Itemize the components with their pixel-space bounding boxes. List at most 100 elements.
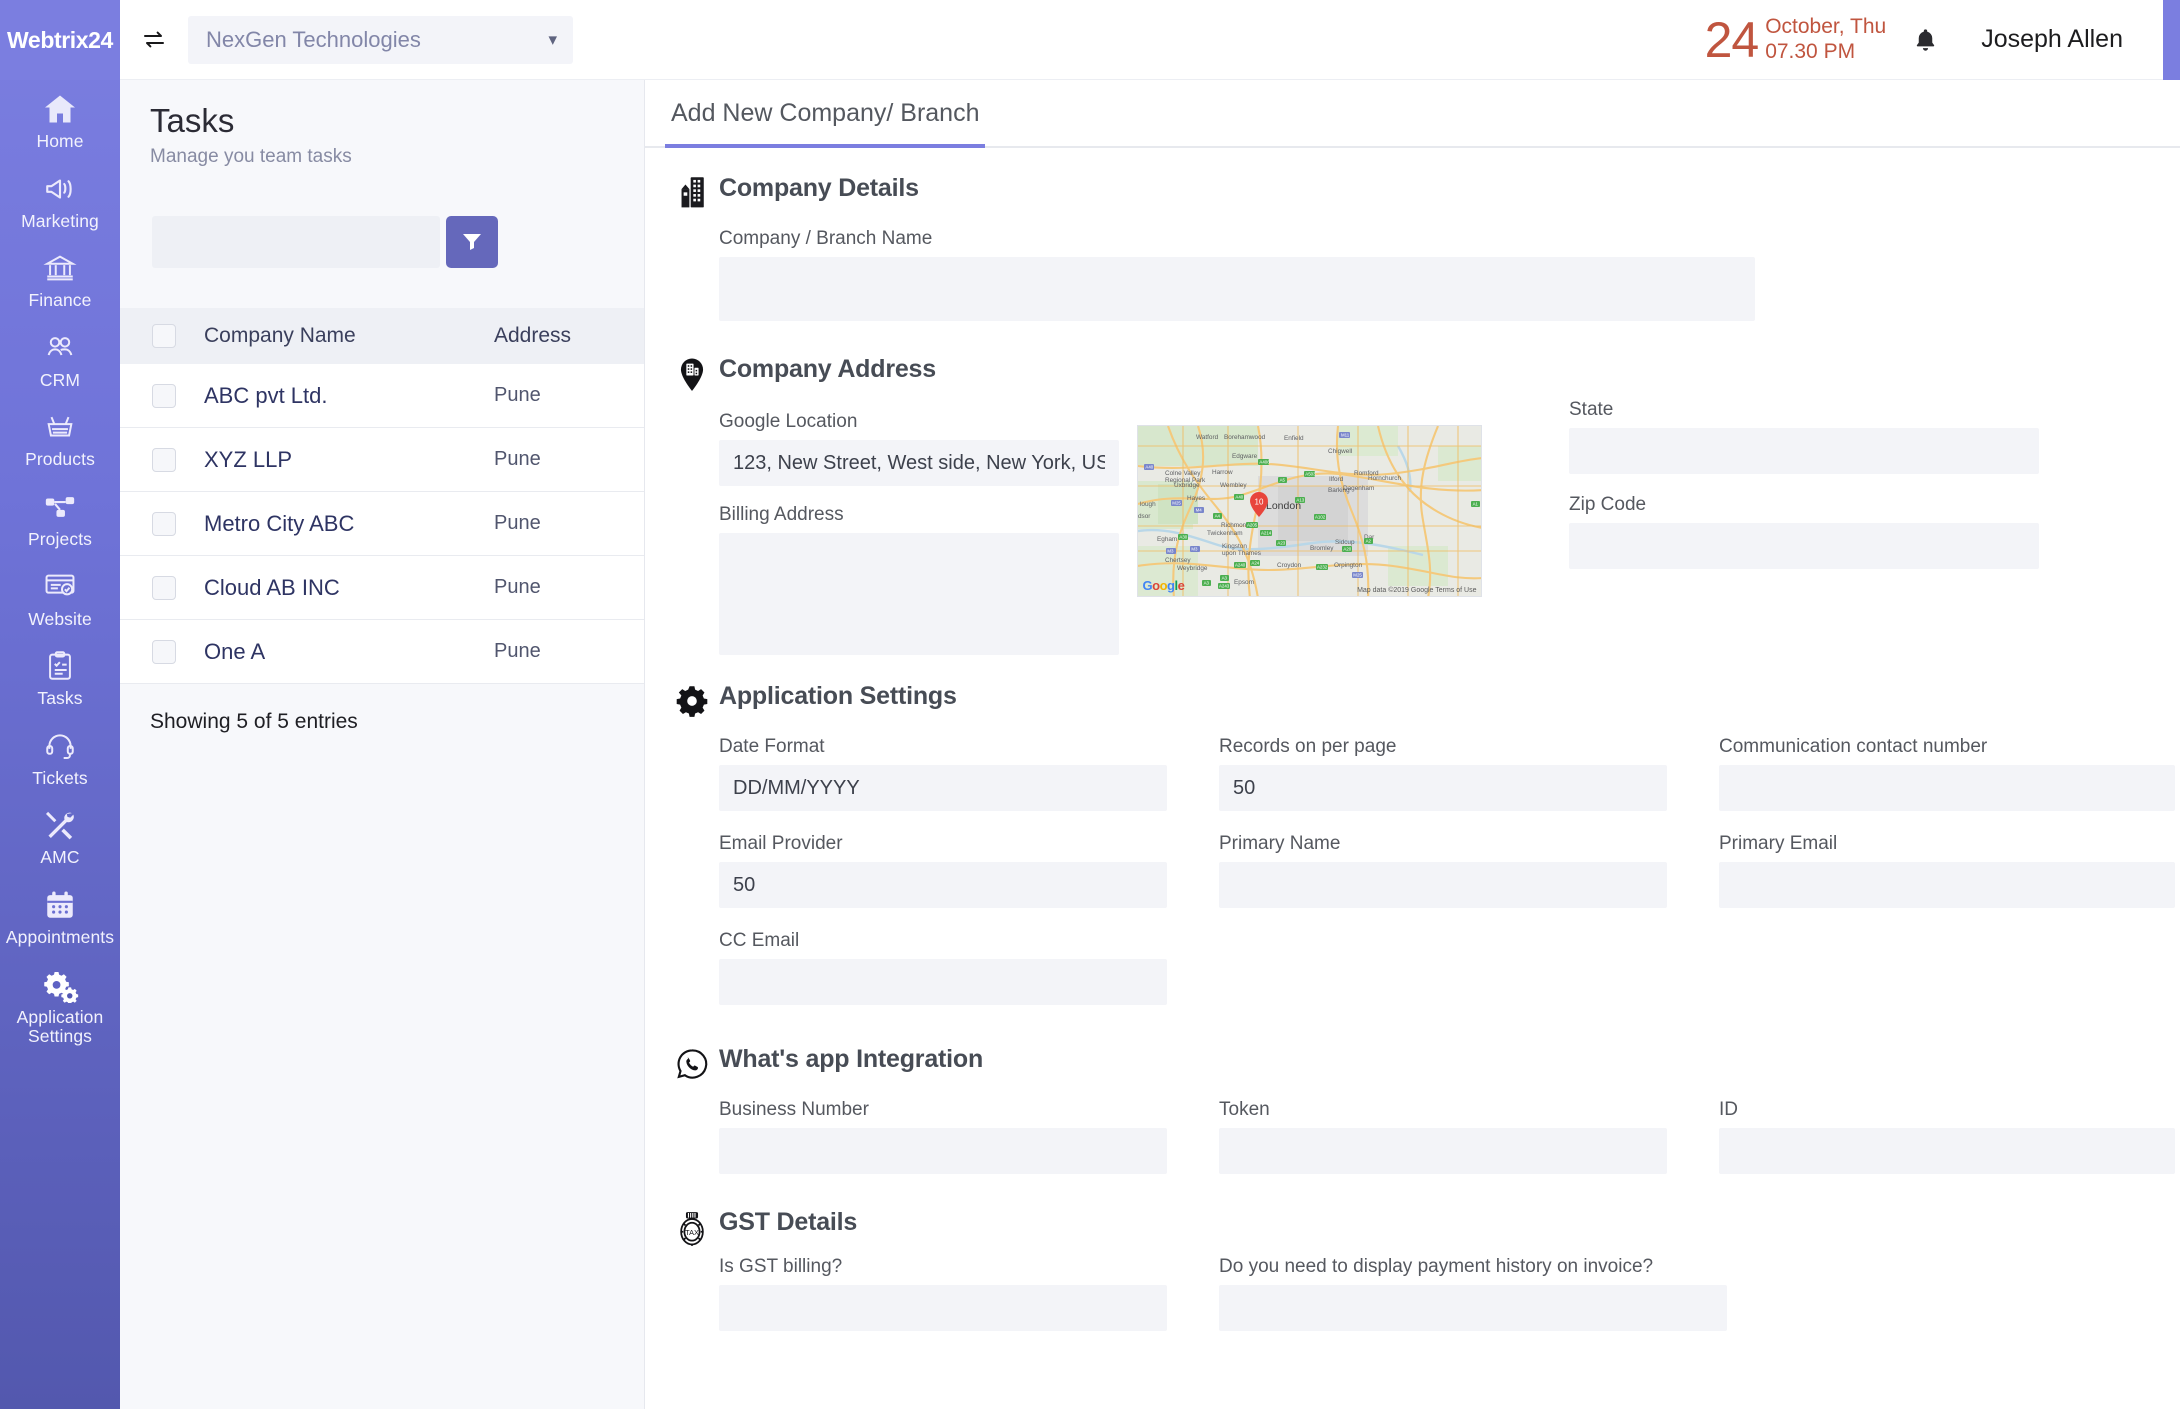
- label-company-branch-name: Company / Branch Name: [719, 228, 933, 249]
- svg-text:A30: A30: [1179, 535, 1187, 540]
- brand-logo[interactable]: Webtrix24: [0, 0, 120, 80]
- gears-icon: [38, 966, 82, 1004]
- row-checkbox[interactable]: [152, 511, 176, 536]
- svg-text:Harrow: Harrow: [1212, 469, 1233, 476]
- primary-name-input[interactable]: [1219, 862, 1667, 908]
- primary-email-input[interactable]: [1719, 862, 2175, 908]
- sidebar-item-crm[interactable]: CRM: [0, 319, 120, 399]
- sidebar-item-amc[interactable]: AMC: [0, 796, 120, 876]
- section-title: GST Details: [719, 1208, 858, 1236]
- svg-text:lough: lough: [1140, 501, 1156, 508]
- is-gst-billing-input[interactable]: [719, 1285, 1167, 1331]
- column-header-address[interactable]: Address: [494, 324, 644, 348]
- form-scroll-area[interactable]: Company Details Company / Branch Name Co…: [645, 148, 2180, 1409]
- business-number-input[interactable]: [719, 1128, 1167, 1174]
- cc-email-input[interactable]: [719, 959, 1167, 1005]
- table-row[interactable]: One A Pune: [120, 620, 644, 684]
- billing-address-textarea[interactable]: [719, 533, 1119, 655]
- svg-text:A503: A503: [1305, 472, 1316, 477]
- payment-history-input[interactable]: [1219, 1285, 1727, 1331]
- svg-text:10: 10: [1254, 498, 1263, 507]
- sidebar-item-home[interactable]: Home: [0, 80, 120, 160]
- user-name[interactable]: Joseph Allen: [1981, 25, 2163, 54]
- table-row[interactable]: ABC pvt Ltd. Pune: [120, 364, 644, 428]
- zip-code-input[interactable]: [1569, 523, 2039, 569]
- svg-text:Wembley: Wembley: [1220, 482, 1247, 489]
- sidebar-item-tasks[interactable]: Tasks: [0, 637, 120, 717]
- company-select[interactable]: NexGen Technologies ▾: [188, 15, 573, 64]
- sidebar-item-projects[interactable]: Projects: [0, 478, 120, 558]
- google-location-input[interactable]: [719, 440, 1119, 486]
- communication-contact-number-input[interactable]: [1719, 765, 2175, 811]
- section-title: Company Address: [719, 355, 936, 383]
- table-row[interactable]: Metro City ABC Pune: [120, 492, 644, 556]
- power-icon[interactable]: [2163, 0, 2180, 80]
- email-provider-input[interactable]: [719, 862, 1167, 908]
- sidebar-item-finance[interactable]: Finance: [0, 239, 120, 319]
- sidebar-item-products[interactable]: Products: [0, 398, 120, 478]
- sidebar-item-appointments[interactable]: Appointments: [0, 876, 120, 956]
- date-format-input[interactable]: [719, 765, 1167, 811]
- svg-text:Bromley: Bromley: [1310, 545, 1334, 552]
- row-checkbox[interactable]: [152, 447, 176, 472]
- map-thumbnail[interactable]: Watford Borehamwood Enfield Chigwell Edgwa…: [1136, 425, 1482, 597]
- svg-text:A3: A3: [1221, 576, 1227, 581]
- sidebar-item-marketing[interactable]: Marketing: [0, 160, 120, 240]
- sidebar-item-website[interactable]: Website: [0, 558, 120, 638]
- label-token: Token: [1219, 1099, 1270, 1120]
- time-text: 07.30 PM: [1765, 39, 1856, 63]
- section-title: Application Settings: [719, 682, 957, 710]
- headset-icon: [41, 727, 79, 765]
- sidebar-item-tickets[interactable]: Tickets: [0, 717, 120, 797]
- svg-text:Kingston: Kingston: [1222, 543, 1247, 550]
- tab-add-new-company-branch[interactable]: Add New Company/ Branch: [665, 99, 986, 148]
- sidebar-item-label: Website: [28, 608, 92, 629]
- sitemap-icon: [40, 488, 80, 526]
- svg-text:A13: A13: [1296, 498, 1304, 503]
- cell-company-name: Cloud AB INC: [204, 574, 340, 600]
- svg-text:A24: A24: [1251, 561, 1259, 566]
- svg-text:A20: A20: [1343, 547, 1351, 552]
- filter-row: [120, 168, 644, 268]
- filter-input[interactable]: [152, 216, 440, 268]
- sidebar-item-label: AMC: [40, 847, 80, 868]
- filter-button[interactable]: [446, 216, 498, 268]
- label-id: ID: [1719, 1099, 1738, 1120]
- cell-address: Pune: [494, 512, 541, 534]
- cell-address: Pune: [494, 576, 541, 598]
- svg-text:A3: A3: [1203, 581, 1209, 586]
- company-select-value: NexGen Technologies: [206, 26, 421, 52]
- records-per-page-input[interactable]: [1219, 765, 1667, 811]
- svg-text:Hayes: Hayes: [1187, 495, 1205, 502]
- google-logo: Google: [1142, 578, 1185, 593]
- table-row[interactable]: Cloud AB INC Pune: [120, 556, 644, 620]
- bell-icon[interactable]: [1912, 26, 1981, 54]
- company-branch-name-input[interactable]: [719, 257, 1755, 321]
- svg-text:Weybridge: Weybridge: [1177, 565, 1208, 572]
- home-icon: [40, 90, 80, 128]
- id-input[interactable]: [1719, 1128, 2175, 1174]
- svg-text:M3: M3: [1191, 547, 1198, 552]
- svg-text:A4: A4: [1214, 514, 1220, 519]
- label-records-per-page: Records on per page: [1219, 736, 1397, 757]
- cell-address: Pune: [494, 448, 541, 470]
- section-title: What's app Integration: [719, 1045, 984, 1073]
- form-pane: Add New Company/ Branch Company Details …: [645, 80, 2180, 1409]
- state-input[interactable]: [1569, 428, 2039, 474]
- row-checkbox[interactable]: [152, 383, 176, 408]
- select-all-checkbox[interactable]: [152, 324, 176, 348]
- row-checkbox[interactable]: [152, 575, 176, 600]
- page-subtitle: Manage you team tasks: [150, 146, 352, 167]
- column-header-company-name[interactable]: Company Name: [176, 324, 494, 348]
- calendar-icon: [42, 886, 78, 924]
- token-input[interactable]: [1219, 1128, 1667, 1174]
- table-row[interactable]: XYZ LLP Pune: [120, 428, 644, 492]
- megaphone-icon: [41, 170, 79, 208]
- label-is-gst-billing: Is GST billing?: [719, 1256, 843, 1277]
- sidebar-item-application-settings[interactable]: Application Settings: [0, 956, 120, 1055]
- svg-text:Chertsey: Chertsey: [1165, 557, 1191, 564]
- bank-icon: [41, 249, 79, 287]
- table-header-row: Company Name Address: [120, 308, 644, 364]
- row-checkbox[interactable]: [152, 639, 176, 664]
- swap-arrows-icon[interactable]: [120, 28, 188, 52]
